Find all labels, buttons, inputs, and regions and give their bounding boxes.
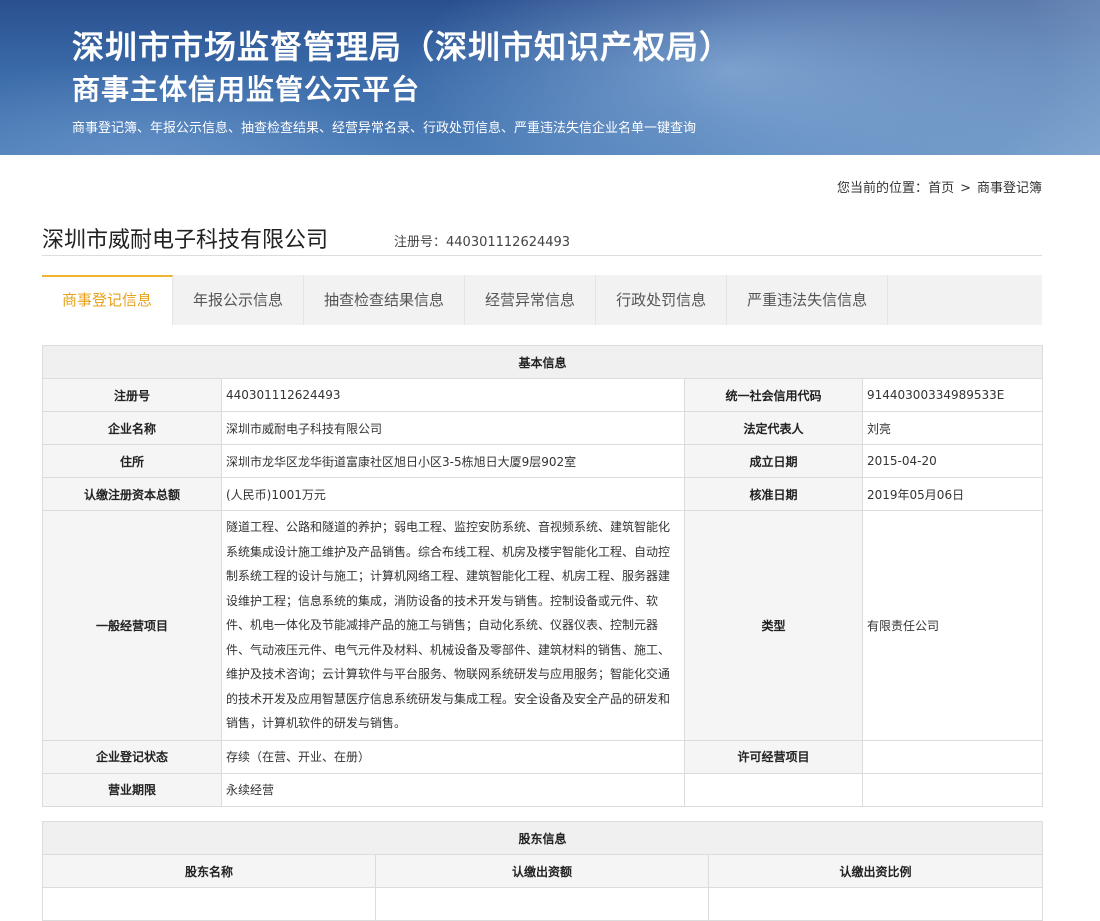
- credit-code-label: 统一社会信用代码: [684, 378, 863, 412]
- address-value: 深圳市龙华区龙华街道富康社区旭日小区3-5栋旭日大厦9层902室: [221, 444, 685, 478]
- founded-date-label: 成立日期: [684, 444, 863, 478]
- shareholder-table: 股东信息 股东名称 认缴出资额 认缴出资比例: [41, 821, 1044, 921]
- info-tabs: 商事登记信息 年报公示信息 抽查检查结果信息 经营异常信息 行政处罚信息 严重违…: [42, 275, 1042, 325]
- tab-abnormal-operations[interactable]: 经营异常信息: [465, 275, 597, 325]
- founded-date-value: 2015-04-20: [861, 444, 1044, 478]
- tab-inspection-results[interactable]: 抽查检查结果信息: [304, 275, 466, 325]
- site-title: 深圳市市场监督管理局（深圳市知识产权局）: [72, 28, 733, 66]
- address-label: 住所: [42, 444, 222, 478]
- shareholder-caption: 股东信息: [41, 821, 1044, 855]
- registration-status-label: 企业登记状态: [42, 739, 222, 774]
- breadcrumb: 您当前的位置：首页 > 商事登记簿: [837, 177, 1042, 196]
- shareholder-name-header: 股东名称: [42, 854, 376, 888]
- breadcrumb-home-link[interactable]: 首页: [928, 181, 954, 196]
- banner-sky: [680, 0, 1100, 155]
- breadcrumb-prefix: 您当前的位置：: [837, 181, 929, 196]
- subscribed-capital-header: 认缴出资额: [375, 854, 709, 888]
- table-cell: [707, 887, 1044, 921]
- approved-date-label: 核准日期: [684, 477, 863, 511]
- reg-no-label: 注册号: [42, 378, 222, 412]
- credit-code-value: 91440300334989533E: [861, 378, 1044, 412]
- company-name-heading: 深圳市威耐电子科技有限公司: [42, 228, 329, 253]
- registration-number: 注册号：440301112624493: [394, 231, 570, 250]
- registration-status-value: 存续（在营、开业、在册）: [221, 739, 685, 774]
- legal-rep-label: 法定代表人: [684, 411, 863, 445]
- company-name-label: 企业名称: [42, 411, 222, 445]
- heading-divider: [42, 255, 1042, 256]
- reg-number-value: 440301112624493: [446, 235, 571, 250]
- basic-info-table: 基本信息 注册号 440301112624493 统一社会信用代码 914403…: [41, 345, 1044, 807]
- capital-value: (人民币)1001万元: [221, 477, 685, 511]
- tab-serious-violations[interactable]: 严重违法失信信息: [727, 275, 889, 325]
- table-cell: [42, 887, 376, 921]
- legal-rep-value: 刘亮: [861, 411, 1044, 445]
- subscribed-ratio-header: 认缴出资比例: [707, 854, 1044, 888]
- tab-registration-info[interactable]: 商事登记信息: [42, 275, 174, 325]
- table-cell: [375, 887, 709, 921]
- tab-annual-report[interactable]: 年报公示信息: [173, 275, 305, 325]
- empty-cell: [684, 772, 863, 807]
- reg-no-value: 440301112624493: [221, 378, 685, 412]
- site-subtitle-title: 商事主体信用监管公示平台: [72, 73, 421, 106]
- breadcrumb-current: 商事登记簿: [976, 181, 1042, 196]
- approved-date-value: 2019年05月06日: [861, 477, 1044, 511]
- tab-administrative-penalties[interactable]: 行政处罚信息: [596, 275, 728, 325]
- business-scope-value: 隧道工程、公路和隧道的养护；弱电工程、监控安防系统、音视频系统、建筑智能化系统集…: [221, 510, 685, 741]
- capital-label: 认缴注册资本总额: [42, 477, 222, 511]
- breadcrumb-separator: >: [960, 181, 971, 196]
- empty-cell: [861, 772, 1044, 807]
- licensed-business-label: 许可经营项目: [684, 739, 863, 774]
- company-type-value: 有限责任公司: [861, 510, 1044, 741]
- header-banner: 深圳市市场监督管理局（深圳市知识产权局） 商事主体信用监管公示平台 商事登记簿、…: [0, 0, 1100, 155]
- business-term-value: 永续经营: [221, 772, 685, 807]
- reg-number-label: 注册号：: [394, 235, 447, 250]
- business-scope-label: 一般经营项目: [42, 510, 222, 741]
- basic-info-caption: 基本信息: [41, 345, 1044, 379]
- business-term-label: 营业期限: [42, 772, 222, 807]
- company-type-label: 类型: [684, 510, 863, 741]
- site-description: 商事登记簿、年报公示信息、抽查检查结果、经营异常名录、行政处罚信息、严重违法失信…: [72, 121, 697, 136]
- licensed-business-value: [861, 739, 1044, 774]
- company-name-value: 深圳市威耐电子科技有限公司: [221, 411, 685, 445]
